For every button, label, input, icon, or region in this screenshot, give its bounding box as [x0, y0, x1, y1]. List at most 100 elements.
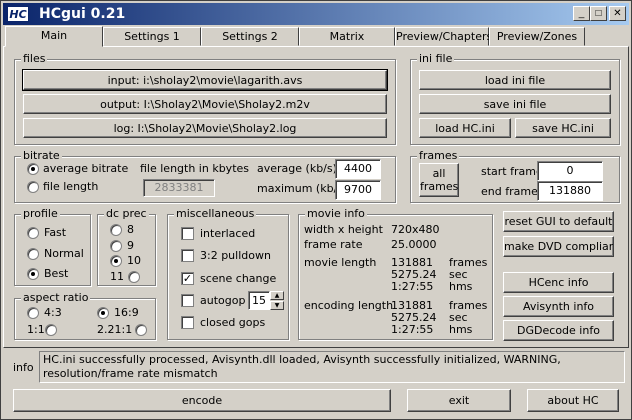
dc-prec-9-radio[interactable]	[110, 240, 122, 252]
tab-matrix[interactable]: Matrix	[299, 27, 395, 46]
frame-rate-label: frame rate	[304, 238, 363, 251]
info-message: HC.ini successfully processed, Avisynth.…	[39, 351, 625, 383]
make-dvd-compliant-button[interactable]: make DVD compliant	[503, 236, 614, 257]
bitrate-group: bitrate average bitrate file length file…	[14, 149, 396, 203]
width-height-label: width x height	[304, 223, 383, 236]
movie-length-label: movie length	[304, 256, 377, 269]
aspect-ratio-group: aspect ratio 4:3 16:9 1:1 2.21:1	[14, 291, 156, 340]
dc-prec-8-radio[interactable]	[110, 224, 122, 236]
autogop-checkbox[interactable]	[181, 294, 194, 307]
tab-strip: Main Settings 1 Settings 2 Matrix Previe…	[5, 26, 629, 47]
average-bitrate-radio[interactable]	[27, 163, 39, 175]
scene-change-checkbox[interactable]: ✓	[181, 272, 194, 285]
encoding-length-hms-unit: hms	[449, 323, 473, 336]
average-kbs-label: average (kb/s)	[257, 162, 337, 175]
maximum-kbs-input[interactable]: 9700	[335, 180, 381, 200]
closed-gops-label: closed gops	[200, 316, 266, 329]
aspect-ratio-legend: aspect ratio	[21, 291, 91, 305]
app-icon: HC	[7, 6, 29, 22]
load-ini-button[interactable]: load ini file	[419, 70, 611, 90]
save-ini-button[interactable]: save ini file	[419, 94, 611, 114]
hcenc-info-button[interactable]: HCenc info	[503, 272, 614, 293]
maximum-kbs-label: maximum (kb/s)	[257, 182, 348, 195]
profile-fast-label: Fast	[44, 226, 67, 239]
tab-preview-chapters[interactable]: Preview/Chapters	[395, 27, 492, 46]
dc-prec-11-label: 11	[110, 270, 124, 283]
end-frame-input[interactable]: 131880	[537, 181, 603, 201]
frames-group: frames all frames start frame 0 end fram…	[410, 149, 620, 203]
end-frame-label: end frame	[481, 185, 538, 198]
close-button[interactable]: ✕	[609, 6, 626, 21]
autogop-spin-down-button[interactable]: ▼	[270, 301, 284, 310]
reset-gui-button[interactable]: reset GUI to default	[503, 211, 614, 232]
pulldown-label: 3:2 pulldown	[200, 249, 271, 262]
profile-normal-radio[interactable]	[27, 248, 39, 260]
maximize-button[interactable]: □	[590, 6, 607, 21]
save-hc-ini-button[interactable]: save HC.ini	[515, 118, 611, 138]
aspect-16-9-label: 16:9	[114, 306, 139, 319]
ini-file-group: ini file load ini file save ini file loa…	[410, 52, 620, 145]
file-length-radio[interactable]	[27, 181, 39, 193]
interlaced-checkbox[interactable]	[181, 227, 194, 240]
about-hc-button[interactable]: about HC	[527, 389, 619, 412]
miscellaneous-legend: miscellaneous	[174, 207, 257, 221]
aspect-1-1-radio[interactable]	[45, 324, 57, 336]
input-file-button[interactable]: input: i:\sholay2\movie\lagarith.avs	[22, 69, 388, 91]
start-frame-label: start frame	[481, 165, 543, 178]
aspect-4-3-label: 4:3	[44, 306, 62, 319]
avisynth-info-button[interactable]: Avisynth info	[503, 296, 614, 317]
aspect-1-1-label: 1:1	[27, 323, 45, 336]
file-length-input[interactable]: 2833381	[143, 179, 215, 197]
dc-prec-9-label: 9	[127, 239, 134, 252]
profile-fast-radio[interactable]	[27, 227, 39, 239]
dgdecode-info-button[interactable]: DGDecode info	[503, 320, 614, 341]
aspect-2-21-radio[interactable]	[135, 324, 147, 336]
files-group: files input: i:\sholay2\movie\lagarith.a…	[14, 52, 396, 145]
aspect-16-9-radio[interactable]	[97, 307, 109, 319]
width-height-value: 720x480	[391, 223, 440, 236]
tab-preview-zones[interactable]: Preview/Zones	[489, 27, 585, 46]
tab-settings-1[interactable]: Settings 1	[103, 27, 201, 46]
average-kbs-input[interactable]: 4400	[335, 159, 381, 179]
closed-gops-checkbox[interactable]	[181, 316, 194, 329]
frame-rate-value: 25.0000	[391, 238, 437, 251]
movie-info-group: movie info width x height 720x480 frame …	[298, 207, 493, 340]
dc-prec-8-label: 8	[127, 223, 134, 236]
output-file-button[interactable]: output: I:\Sholay2\Movie\Sholay2.m2v	[23, 94, 387, 114]
tab-main[interactable]: Main	[5, 26, 103, 47]
movie-length-hms: 1:27:55	[391, 280, 434, 293]
exit-button[interactable]: exit	[407, 389, 511, 412]
app-window: HC HCgui 0.21 _ □ ✕ Main Settings 1 Sett…	[0, 0, 632, 420]
file-length-label: file length	[43, 180, 99, 193]
movie-length-hms-unit: hms	[449, 280, 473, 293]
dc-prec-10-radio[interactable]	[110, 255, 122, 267]
files-legend: files	[21, 52, 48, 66]
interlaced-label: interlaced	[200, 227, 256, 240]
encode-button[interactable]: encode	[13, 389, 391, 412]
load-hc-ini-button[interactable]: load HC.ini	[419, 118, 511, 138]
start-frame-input[interactable]: 0	[537, 161, 603, 181]
minimize-button[interactable]: _	[573, 6, 590, 21]
autogop-spinner-input[interactable]: 15	[248, 291, 270, 310]
pulldown-checkbox[interactable]	[181, 249, 194, 262]
profile-legend: profile	[21, 207, 60, 221]
autogop-spin-up-button[interactable]: ▲	[270, 291, 284, 300]
profile-best-label: Best	[44, 267, 69, 280]
dc-prec-11-radio[interactable]	[128, 271, 140, 283]
dc-prec-legend: dc prec	[104, 207, 149, 221]
log-file-button[interactable]: log: I:\Sholay2\Movie\Sholay2.log	[23, 118, 387, 138]
aspect-2-21-label: 2.21:1	[97, 323, 133, 336]
dc-prec-10-label: 10	[127, 254, 141, 267]
file-length-caption: file length in kbytes	[140, 162, 250, 175]
title-bar[interactable]: HC HCgui 0.21 _ □ ✕	[3, 3, 629, 25]
frames-legend: frames	[417, 149, 460, 163]
tab-settings-2[interactable]: Settings 2	[201, 27, 299, 46]
dc-prec-group: dc prec 8 9 10 11	[97, 207, 156, 286]
aspect-4-3-radio[interactable]	[27, 307, 39, 319]
all-frames-button[interactable]: all frames	[419, 163, 459, 197]
all-frames-line-2: frames	[420, 180, 459, 193]
profile-best-radio[interactable]	[27, 268, 39, 280]
all-frames-line-1: all	[432, 167, 446, 180]
scene-change-label: scene change	[200, 272, 277, 285]
movie-info-legend: movie info	[305, 207, 367, 221]
